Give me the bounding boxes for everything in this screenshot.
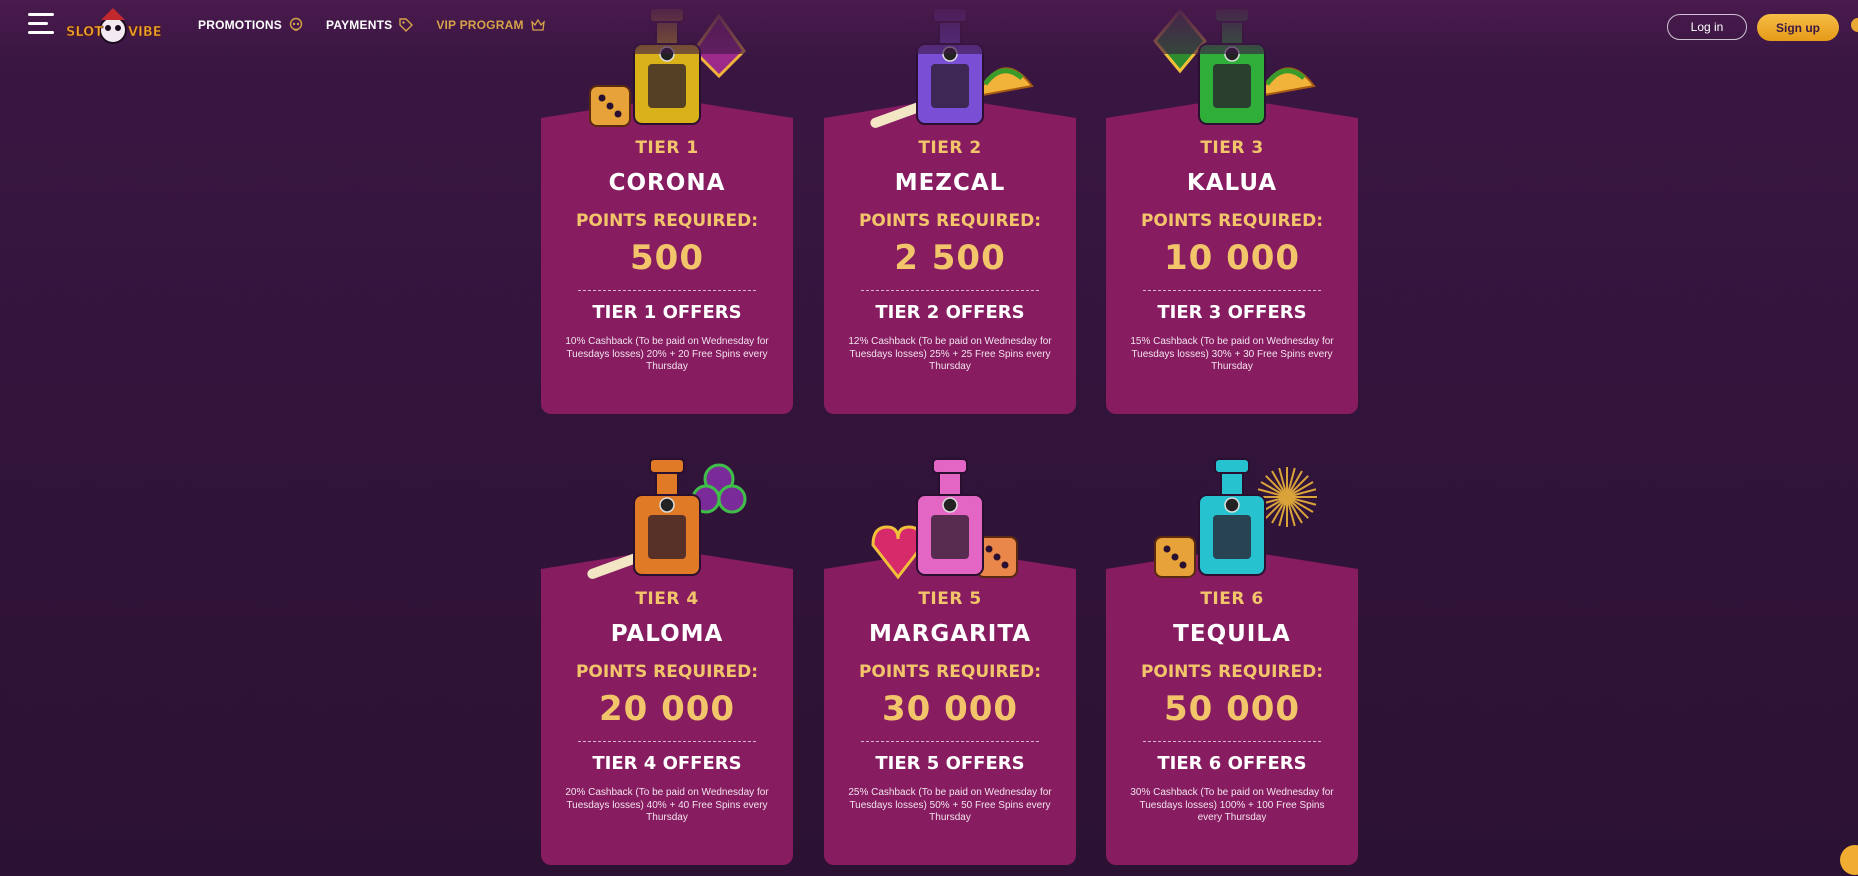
nav-promotions-label: PROMOTIONS <box>198 18 283 32</box>
tier-points-value: 10 000 <box>1163 238 1301 278</box>
svg-text:SLOT: SLOT <box>66 25 103 40</box>
tier-offers-title: TIER 2 OFFERS <box>875 302 1025 323</box>
tier-tier-name: PALOMA <box>610 621 724 647</box>
bottle-emblem-icon <box>587 458 747 579</box>
tier-offers-title: TIER 3 OFFERS <box>1157 302 1307 323</box>
login-button[interactable]: Log in <box>1667 14 1747 40</box>
dashed-divider <box>1143 741 1321 742</box>
edge-icon[interactable] <box>1851 18 1858 32</box>
tier-tier-name: TEQUILA <box>1173 621 1291 647</box>
dashed-divider <box>578 741 756 742</box>
dashed-divider <box>578 290 756 291</box>
skull-icon <box>289 17 303 31</box>
dashed-divider <box>861 290 1039 291</box>
tier-tier-name: MARGARITA <box>868 621 1032 647</box>
tier-offers-text: 20% Cashback (To be paid on Wednesday fo… <box>565 787 769 823</box>
tier-points-value: 20 000 <box>598 689 736 729</box>
tier-points-value: 500 <box>630 238 704 278</box>
tier-points-label: POINTS REQUIRED: <box>1140 211 1324 231</box>
nav-vip-program-label: VIP PROGRAM <box>436 18 524 32</box>
tier-offers-text: 12% Cashback (To be paid on Wednesday fo… <box>848 336 1052 372</box>
dashed-divider <box>861 741 1039 742</box>
tier-offers-text: 25% Cashback (To be paid on Wednesday fo… <box>848 787 1052 823</box>
top-bar: SLOT VIBE PROMOTIONS PAYMENTS VIP PROGRA… <box>0 0 1858 54</box>
tier-points-label: POINTS REQUIRED: <box>858 211 1042 231</box>
tier-offers-text: 15% Cashback (To be paid on Wednesday fo… <box>1130 336 1334 372</box>
tier-points-value: 2 500 <box>894 238 1006 278</box>
nav-vip-program[interactable]: VIP PROGRAM <box>436 17 545 33</box>
tier-offers-title: TIER 1 OFFERS <box>592 302 742 323</box>
tier-tier-name: CORONA <box>608 170 726 196</box>
bottle-emblem-icon <box>1154 458 1317 578</box>
tier-offers-title: TIER 6 OFFERS <box>1157 753 1307 774</box>
tier-offers-title: TIER 4 OFFERS <box>592 753 742 774</box>
logo[interactable]: SLOT VIBE <box>64 6 162 46</box>
nav-promotions[interactable]: PROMOTIONS <box>198 17 304 33</box>
tier-offers-text: 10% Cashback (To be paid on Wednesday fo… <box>565 336 769 372</box>
signup-button[interactable]: Sign up <box>1757 14 1839 41</box>
tier-offers-text: 30% Cashback (To be paid on Wednesday fo… <box>1130 787 1334 823</box>
chat-icon[interactable] <box>1840 845 1858 875</box>
bottle-emblem-icon <box>871 458 1018 580</box>
main-nav: PROMOTIONS PAYMENTS VIP PROGRAM <box>198 17 546 33</box>
tier-points-label: POINTS REQUIRED: <box>1140 662 1324 682</box>
menu-icon[interactable] <box>28 13 54 39</box>
dashed-divider <box>1143 290 1321 291</box>
tier-points-value: 30 000 <box>881 689 1019 729</box>
tier-tier-name: KALUA <box>1186 170 1278 196</box>
tier-points-value: 50 000 <box>1163 689 1301 729</box>
tag-icon <box>399 18 414 32</box>
tier-points-label: POINTS REQUIRED: <box>858 662 1042 682</box>
svg-text:VIBE: VIBE <box>128 25 162 40</box>
nav-payments[interactable]: PAYMENTS <box>326 17 414 33</box>
tier-tier-name: MEZCAL <box>894 170 1006 196</box>
tier-points-label: POINTS REQUIRED: <box>575 211 759 231</box>
vip-crown-icon <box>530 18 545 31</box>
tier-points-label: POINTS REQUIRED: <box>575 662 759 682</box>
nav-payments-label: PAYMENTS <box>326 18 393 32</box>
tier-offers-title: TIER 5 OFFERS <box>875 753 1025 774</box>
